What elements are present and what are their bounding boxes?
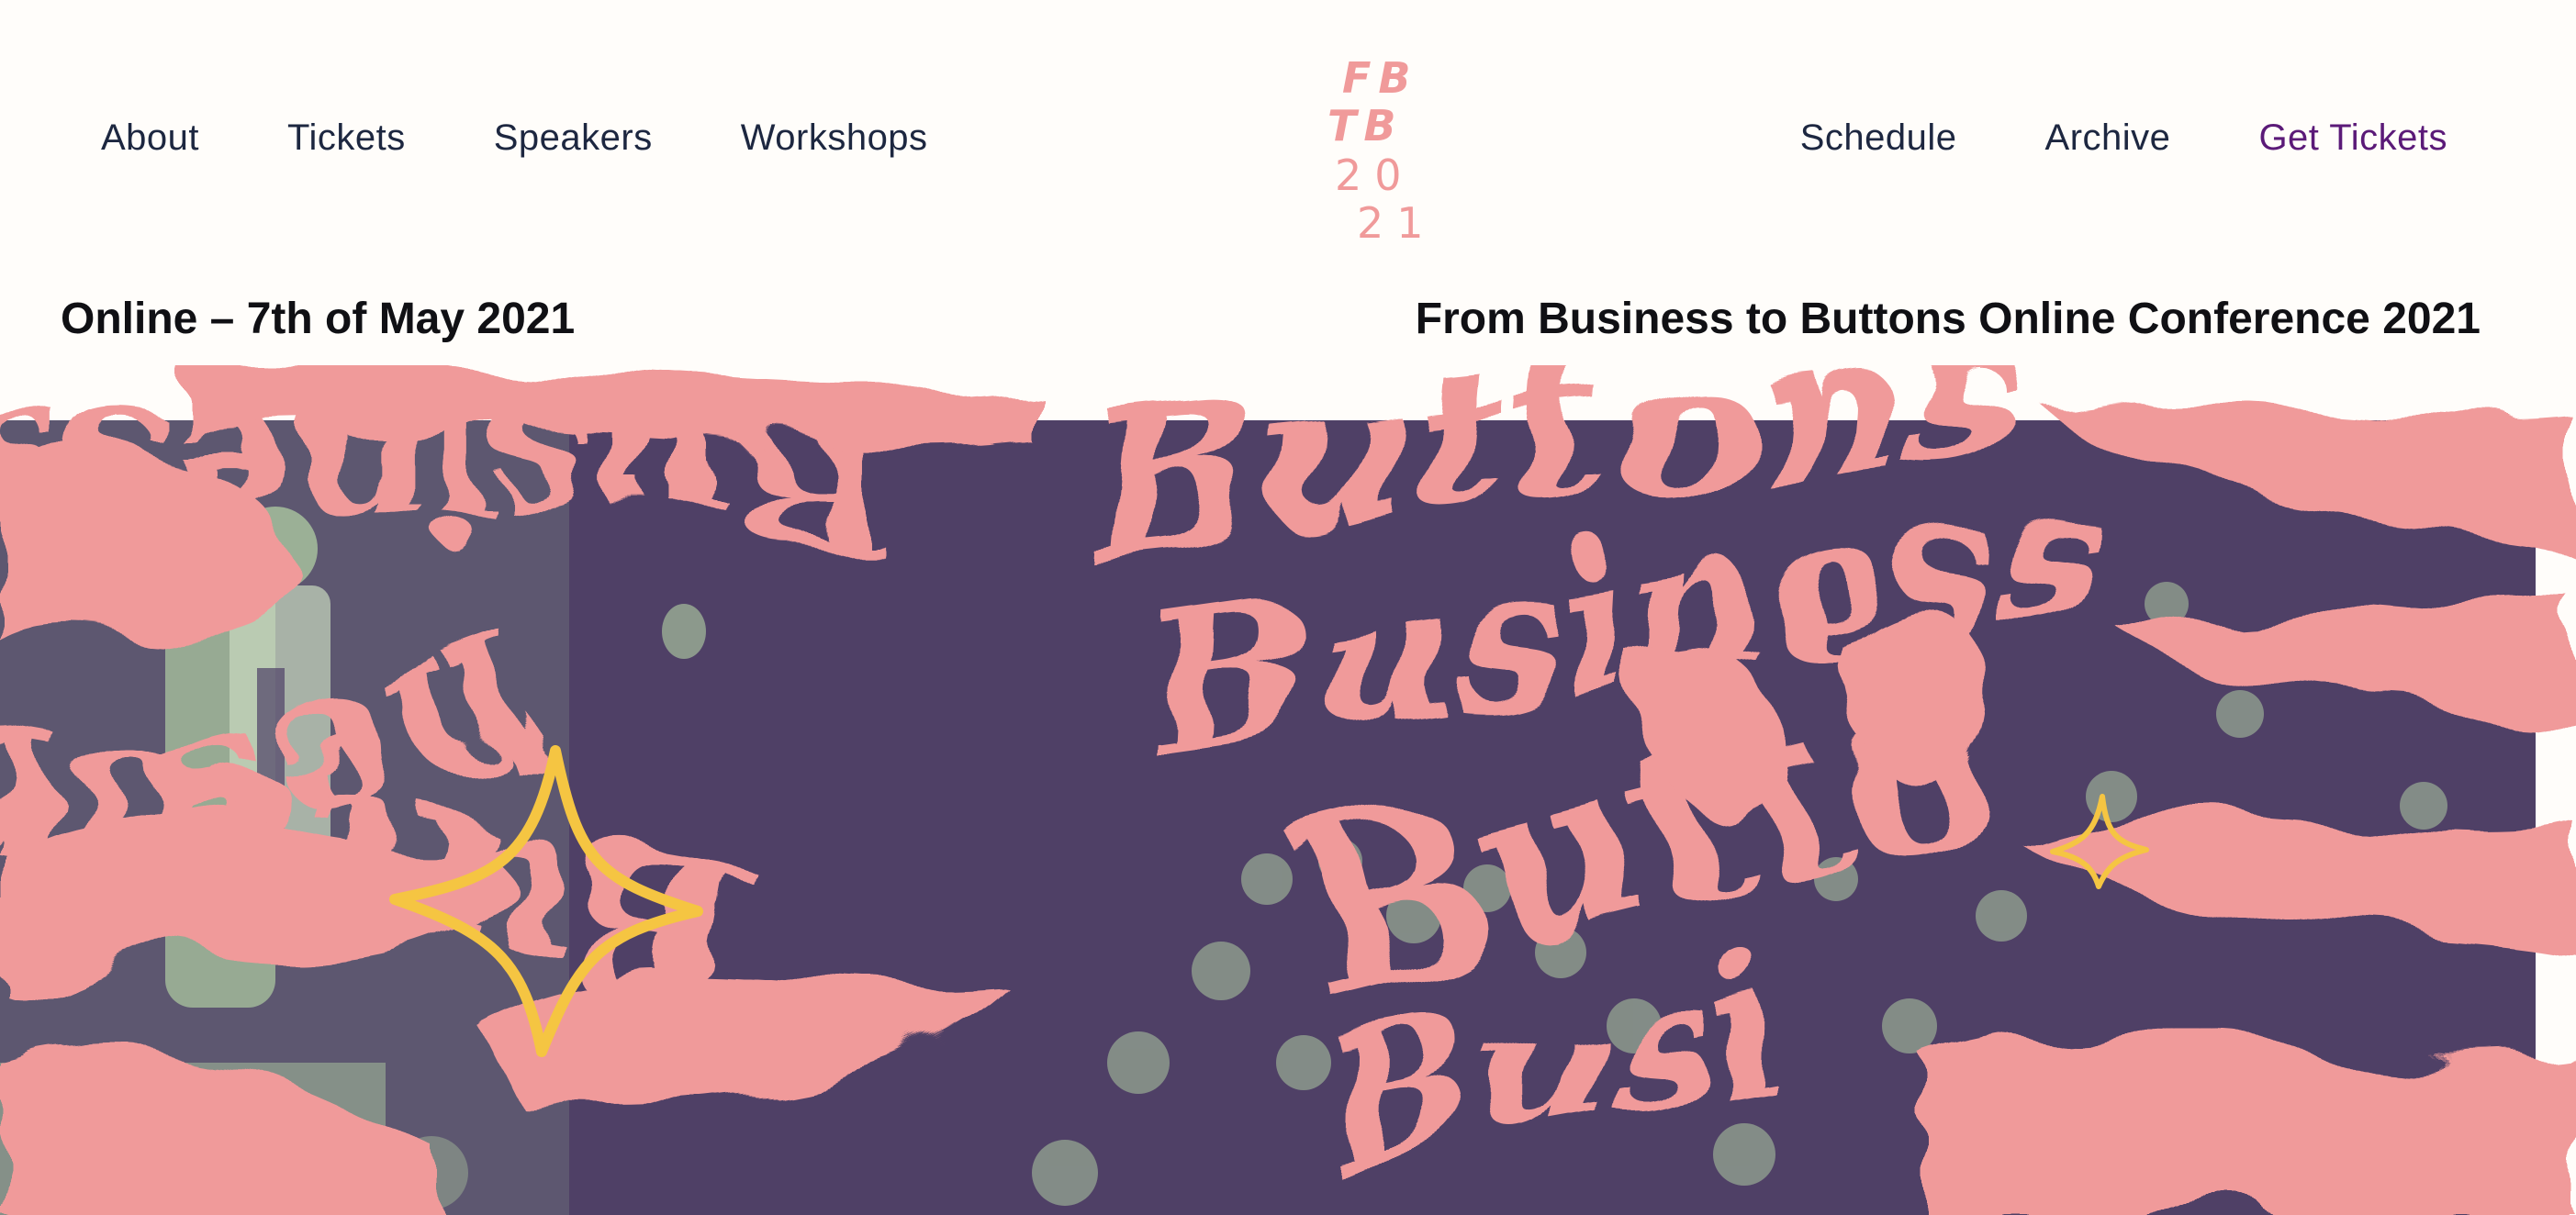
event-info-row: Online – 7th of May 2021 From Business t…: [0, 294, 2576, 358]
nav-archive[interactable]: Archive: [2045, 117, 2171, 159]
primary-nav-left: About Tickets Speakers Workshops: [101, 117, 928, 159]
logo-line-2: TB: [1327, 101, 1404, 150]
site-logo[interactable]: FB TB 20 21: [1322, 53, 1432, 255]
nav-about[interactable]: About: [101, 117, 199, 159]
nav-schedule[interactable]: Schedule: [1800, 117, 1957, 159]
nav-workshops[interactable]: Workshops: [741, 117, 928, 159]
primary-nav-right: Schedule Archive Get Tickets: [1800, 117, 2447, 159]
event-date: Online – 7th of May 2021: [61, 295, 576, 343]
logo-line-1: FB: [1342, 53, 1418, 103]
hero-ribbon-shape: [1928, 1032, 2576, 1215]
nav-tickets[interactable]: Tickets: [287, 117, 406, 159]
hero-artwork: Buttons Business Butto Busi Business nes…: [0, 365, 2576, 1215]
site-header: About Tickets Speakers Workshops FB TB 2…: [0, 0, 2576, 275]
event-title: From Business to Buttons Online Conferen…: [1415, 295, 2481, 343]
hero-banner: Buttons Business Butto Busi Business nes…: [0, 365, 2576, 1215]
nav-speakers[interactable]: Speakers: [494, 117, 653, 159]
logo-line-4: 21: [1357, 198, 1437, 248]
logo-line-3: 20: [1335, 150, 1415, 200]
get-tickets-link[interactable]: Get Tickets: [2258, 117, 2447, 159]
